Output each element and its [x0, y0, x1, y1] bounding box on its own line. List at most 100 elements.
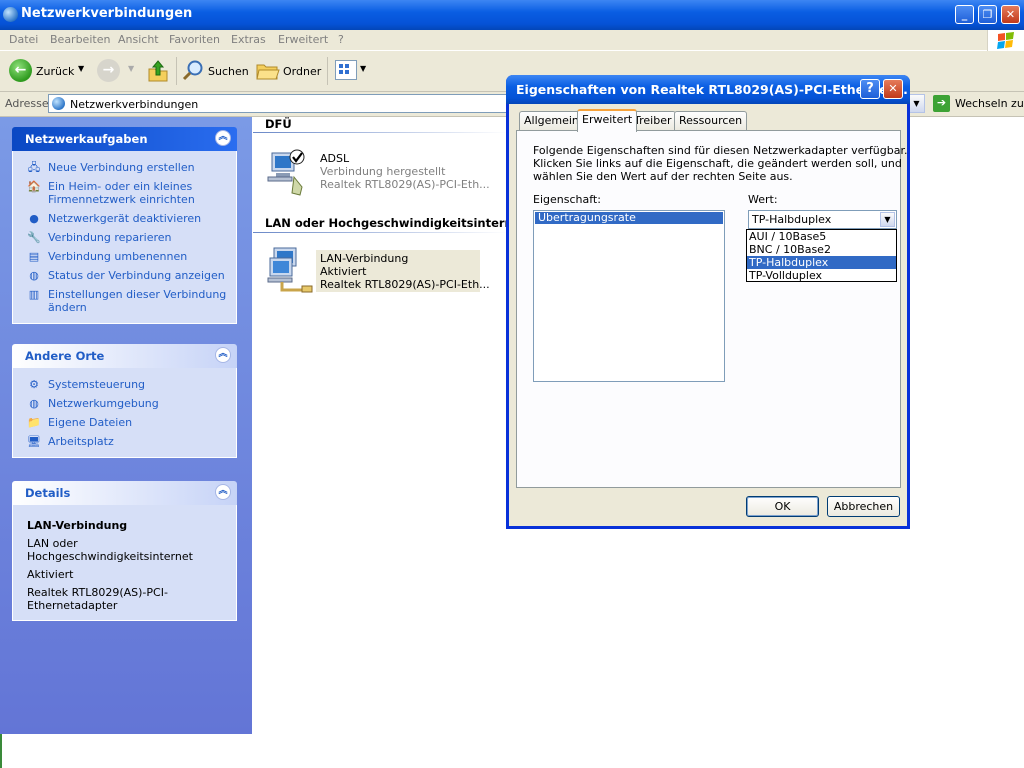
- task-rename-connection[interactable]: ▤ Verbindung umbenennen: [13, 250, 232, 263]
- cancel-button[interactable]: Abbrechen: [827, 496, 900, 517]
- tab-ressourcen[interactable]: Ressourcen: [674, 111, 748, 130]
- chevron-down-icon[interactable]: ▼: [880, 212, 895, 227]
- menu-bearbeiten[interactable]: Bearbeiten: [50, 33, 110, 46]
- connection-lan[interactable]: LAN-Verbindung Aktiviert Realtek RTL8029…: [266, 246, 490, 293]
- go-arrow-icon[interactable]: ➔: [933, 95, 950, 112]
- go-button[interactable]: Wechseln zu: [955, 97, 1024, 110]
- control-panel-icon: ⚙: [29, 378, 39, 391]
- network-tasks-title: Netzwerkaufgaben: [25, 132, 148, 146]
- value-dropdown-list[interactable]: AUI / 10Base5 BNC / 10Base2 TP-Halbduple…: [746, 229, 897, 282]
- folders-icon[interactable]: [256, 60, 280, 82]
- maximize-button[interactable]: ❐: [978, 5, 997, 24]
- collapse-chevron-icon[interactable]: ︽: [215, 347, 231, 363]
- group-lan-title: LAN oder Hochgeschwindigkeitsinternet: [265, 216, 527, 230]
- settings-page-icon: ▥: [28, 288, 40, 301]
- menu-ansicht[interactable]: Ansicht: [118, 33, 159, 46]
- search-button[interactable]: Suchen: [208, 65, 249, 78]
- lan-device: Realtek RTL8029(AS)-PCI-Eth...: [320, 278, 490, 291]
- computer-icon: 🖥: [27, 435, 41, 448]
- forward-dropdown-icon[interactable]: ▼: [128, 64, 134, 73]
- collapse-chevron-icon[interactable]: ︽: [215, 130, 231, 146]
- adsl-name: ADSL: [320, 152, 350, 165]
- address-input[interactable]: Netzwerkverbindungen: [48, 94, 508, 113]
- folders-button[interactable]: Ordner: [283, 65, 321, 78]
- windows-logo-icon: [987, 30, 1024, 52]
- description-line-2: Klicken Sie links auf die Eigenschaft, d…: [533, 157, 902, 170]
- adsl-device: Realtek RTL8029(AS)-PCI-Eth...: [320, 178, 490, 191]
- network-tasks-header[interactable]: Netzwerkaufgaben ︽: [12, 127, 237, 151]
- properties-dialog: Eigenschaften von Realtek RTL8029(AS)-PC…: [506, 75, 910, 529]
- value-label: Wert:: [748, 193, 778, 206]
- ok-button[interactable]: OK: [746, 496, 819, 517]
- value-select-current: TP-Halbduplex: [752, 213, 832, 226]
- task-repair-connection[interactable]: 🔧 Verbindung reparieren: [13, 231, 232, 244]
- place-network-places[interactable]: ◍ Netzwerkumgebung: [13, 397, 232, 410]
- place-control-panel[interactable]: ⚙ Systemsteuerung: [13, 378, 232, 391]
- property-item-uebertragungsrate[interactable]: Übertragungsrate: [535, 212, 723, 224]
- property-list[interactable]: Übertragungsrate: [533, 210, 725, 382]
- option-tp-vollduplex[interactable]: TP-Vollduplex: [747, 269, 896, 282]
- back-arrow-icon[interactable]: ←: [9, 59, 32, 82]
- tab-panel-advanced: Folgende Eigenschaften sind für diesen N…: [516, 130, 907, 488]
- task-home-network[interactable]: 🏠 Ein Heim- oder ein kleines Firmennetzwe…: [13, 180, 232, 206]
- rename-icon: ▤: [28, 250, 40, 263]
- forward-arrow-icon[interactable]: →: [97, 59, 120, 82]
- minimize-button[interactable]: _: [955, 5, 974, 24]
- close-button[interactable]: ✕: [1001, 5, 1020, 24]
- views-icon[interactable]: [335, 60, 357, 80]
- option-tp-halbduplex[interactable]: TP-Halbduplex: [747, 256, 896, 269]
- status-globe-icon: ◍: [29, 269, 39, 282]
- network-tasks-panel: Netzwerkaufgaben ︽ 🖧 Neue Verbindung erst…: [12, 127, 237, 324]
- lan-status: Aktiviert: [320, 265, 367, 278]
- adsl-status: Verbindung hergestellt: [320, 165, 446, 178]
- back-button[interactable]: Zurück: [36, 65, 74, 78]
- group-divider: [253, 132, 508, 133]
- dialup-connection-icon: [266, 147, 316, 197]
- search-icon[interactable]: [182, 59, 204, 81]
- network-places-icon: ◍: [29, 397, 39, 410]
- views-dropdown-icon[interactable]: ▼: [360, 64, 366, 73]
- up-folder-icon[interactable]: [147, 59, 169, 83]
- option-aui-10base5[interactable]: AUI / 10Base5: [747, 230, 896, 243]
- tab-erweitert[interactable]: Erweitert: [577, 109, 638, 132]
- toolbar-separator: [176, 57, 177, 85]
- window-title: Netzwerkverbindungen: [21, 6, 193, 21]
- description-line-1: Folgende Eigenschaften sind für diesen N…: [533, 144, 908, 157]
- menu-favoriten[interactable]: Favoriten: [169, 33, 220, 46]
- collapse-chevron-icon[interactable]: ︽: [215, 484, 231, 500]
- task-new-connection[interactable]: 🖧 Neue Verbindung erstellen: [13, 161, 232, 174]
- repair-wrench-icon: 🔧: [27, 231, 41, 244]
- details-status: Aktiviert: [27, 568, 74, 581]
- details-type: LAN oder Hochgeschwindigkeitsinternet: [27, 537, 193, 563]
- task-change-settings[interactable]: ▥ Einstellungen dieser Verbindung ändern: [13, 288, 232, 314]
- tab-allgemein[interactable]: Allgemein: [519, 111, 584, 130]
- group-dfu-title: DFÜ: [265, 117, 292, 131]
- lan-connection-icon: [266, 246, 316, 296]
- address-label: Adresse: [5, 97, 49, 110]
- menu-extras[interactable]: Extras: [231, 33, 266, 46]
- dialog-titlebar[interactable]: Eigenschaften von Realtek RTL8029(AS)-PC…: [506, 75, 910, 104]
- window-titlebar[interactable]: Netzwerkverbindungen _ ❐ ✕: [0, 0, 1024, 30]
- task-pane: Netzwerkaufgaben ︽ 🖧 Neue Verbindung erst…: [0, 117, 252, 734]
- task-disable-device[interactable]: ● Netzwerkgerät deaktivieren: [13, 212, 232, 225]
- property-label: Eigenschaft:: [533, 193, 601, 206]
- place-my-documents[interactable]: 📁 Eigene Dateien: [13, 416, 232, 429]
- other-places-title: Andere Orte: [25, 349, 105, 363]
- task-view-status[interactable]: ◍ Status der Verbindung anzeigen: [13, 269, 232, 282]
- dialog-title: Eigenschaften von Realtek RTL8029(AS)-PC…: [516, 82, 908, 97]
- place-my-computer[interactable]: 🖥 Arbeitsplatz: [13, 435, 232, 448]
- status-bar: [0, 734, 1024, 768]
- details-header[interactable]: Details ︽: [12, 481, 237, 505]
- back-dropdown-icon[interactable]: ▼: [78, 64, 84, 73]
- address-dropdown-icon[interactable]: ▼: [908, 94, 925, 113]
- toolbar-separator: [327, 57, 328, 85]
- menu-erweitert[interactable]: Erweitert: [278, 33, 328, 46]
- other-places-header[interactable]: Andere Orte ︽: [12, 344, 237, 368]
- value-select[interactable]: TP-Halbduplex ▼: [748, 210, 897, 229]
- dialog-close-button[interactable]: ✕: [883, 79, 903, 99]
- menu-help[interactable]: ?: [338, 33, 344, 46]
- option-bnc-10base2[interactable]: BNC / 10Base2: [747, 243, 896, 256]
- menu-datei[interactable]: Datei: [9, 33, 38, 46]
- details-adapter: Realtek RTL8029(AS)-PCI-Ethernetadapter: [27, 586, 168, 612]
- dialog-help-button[interactable]: ?: [860, 79, 880, 99]
